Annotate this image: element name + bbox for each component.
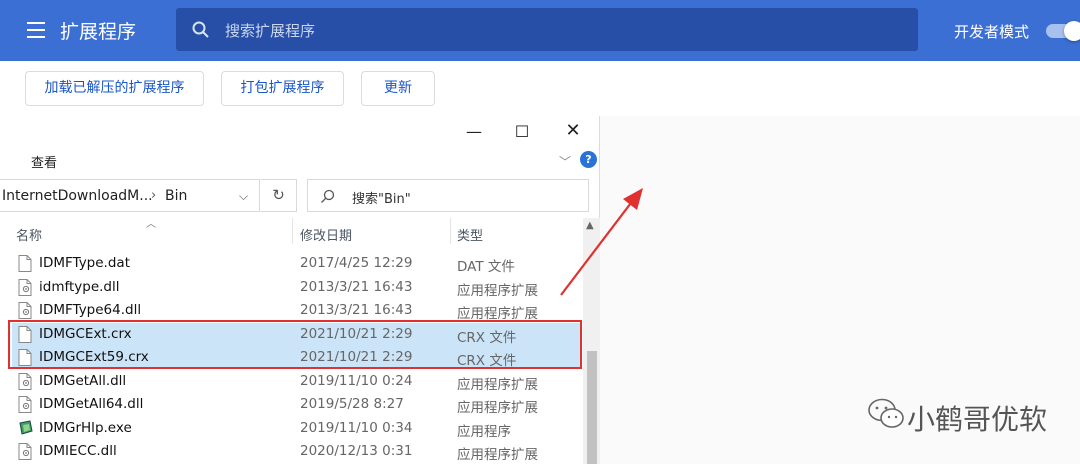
- chevron-down-icon[interactable]: ⌵: [239, 189, 248, 204]
- refresh-button[interactable]: ↻: [261, 179, 297, 212]
- maximize-button[interactable]: ☐: [507, 122, 537, 141]
- annotation-arrow: [560, 188, 643, 296]
- extensions-toolbar: 加载已解压的扩展程序 打包扩展程序 更新: [0, 61, 1080, 116]
- file-name: IDMFType64.dll: [39, 302, 142, 318]
- file-name: IDMFType.dat: [39, 255, 130, 271]
- watermark-text: 小鹤哥优软: [907, 403, 1048, 436]
- breadcrumb-separator[interactable]: ›: [151, 188, 156, 203]
- file-name: IDMGrHlp.exe: [39, 419, 132, 436]
- dev-mode-toggle[interactable]: [1046, 21, 1080, 41]
- chevron-down-icon[interactable]: ﹀: [559, 153, 571, 170]
- file-row[interactable]: IDMFType.dat 2017/4/25 12:29 DAT 文件: [12, 252, 582, 275]
- ribbon-tab-view[interactable]: 查看: [31, 152, 57, 171]
- dll-icon: [18, 396, 32, 417]
- help-icon[interactable]: ?: [580, 151, 597, 168]
- pack-extension-button[interactable]: 打包扩展程序: [221, 71, 344, 106]
- file-modified-date: 2020/12/13 0:31: [300, 443, 413, 459]
- file-type: 应用程序扩展: [457, 306, 538, 322]
- file-type: 应用程序: [457, 423, 511, 440]
- minimize-button[interactable]: —: [459, 122, 489, 141]
- file-type: 应用程序扩展: [457, 400, 538, 416]
- close-button[interactable]: ✕: [558, 120, 588, 141]
- column-header-type[interactable]: 类型: [457, 225, 483, 244]
- address-bar[interactable]: InternetDownloadM... › Bin ⌵: [0, 179, 260, 212]
- load-unpacked-button[interactable]: 加载已解压的扩展程序: [25, 71, 204, 106]
- breadcrumb-current[interactable]: Bin: [165, 188, 187, 204]
- dll-icon: [18, 443, 32, 464]
- file-explorer-window: — ☐ ✕ 查看 ﹀ ? InternetDownloadM... › Bin …: [0, 116, 600, 464]
- file-modified-date: 2019/11/10 0:24: [300, 372, 413, 389]
- file-row[interactable]: idmftype.dll 2013/3/21 16:43 应用程序扩展: [12, 276, 582, 299]
- exe-icon: [18, 419, 34, 440]
- file-modified-date: 2013/3/21 16:43: [300, 302, 413, 318]
- file-type: 应用程序扩展: [457, 447, 538, 463]
- column-divider[interactable]: [450, 218, 451, 244]
- dev-mode-label: 开发者模式: [954, 23, 1030, 41]
- extensions-header: 扩展程序 搜索扩展程序 开发者模式: [0, 0, 1080, 61]
- file-name: IDMGetAll64.dll: [39, 396, 144, 412]
- refresh-icon: ↻: [272, 186, 285, 204]
- file-modified-date: 2013/3/21 16:43: [300, 278, 413, 295]
- search-icon: [321, 189, 335, 203]
- search-placeholder: 搜索"Bin": [352, 192, 411, 207]
- dll-icon: [18, 372, 32, 394]
- file-modified-date: 2017/4/25 12:29: [300, 255, 413, 271]
- file-row[interactable]: IDMGetAll64.dll 2019/5/28 8:27 应用程序扩展: [12, 393, 582, 416]
- column-header-name[interactable]: 名称: [16, 225, 42, 244]
- file-icon: [18, 255, 32, 276]
- file-row[interactable]: IDMIECC.dll 2020/12/13 0:31 应用程序扩展: [12, 440, 582, 463]
- scrollbar-thumb[interactable]: [587, 351, 597, 464]
- file-type: 应用程序扩展: [457, 376, 538, 393]
- dll-icon: [18, 278, 32, 300]
- wechat-icon: [868, 398, 904, 428]
- annotation-highlight-box: [8, 320, 582, 369]
- file-row[interactable]: IDMGrHlp.exe 2019/11/10 0:34 应用程序: [12, 417, 582, 440]
- file-type: DAT 文件: [457, 259, 515, 275]
- breadcrumb-parent[interactable]: InternetDownloadM...: [2, 188, 153, 204]
- file-type: 应用程序扩展: [457, 282, 538, 299]
- file-name: idmftype.dll: [39, 278, 120, 295]
- file-row[interactable]: IDMGetAll.dll 2019/11/10 0:24 应用程序扩展: [12, 370, 582, 393]
- page-title: 扩展程序: [60, 21, 137, 43]
- file-name: IDMGetAll.dll: [39, 372, 127, 389]
- watermark: 小鹤哥优软: [867, 397, 1047, 436]
- update-button[interactable]: 更新: [361, 71, 435, 106]
- sort-ascending-icon: ︿: [146, 219, 156, 230]
- menu-icon[interactable]: [27, 22, 45, 38]
- column-header-modified[interactable]: 修改日期: [300, 225, 352, 244]
- file-modified-date: 2019/11/10 0:34: [300, 419, 413, 436]
- file-modified-date: 2019/5/28 8:27: [300, 396, 404, 412]
- extension-search-input[interactable]: 搜索扩展程序: [176, 8, 918, 51]
- file-name: IDMIECC.dll: [39, 443, 117, 459]
- search-placeholder: 搜索扩展程序: [225, 22, 316, 40]
- folder-search-input[interactable]: 搜索"Bin": [307, 179, 589, 212]
- file-row[interactable]: IDMFType64.dll 2013/3/21 16:43 应用程序扩展: [12, 299, 582, 322]
- column-divider[interactable]: [292, 218, 293, 244]
- search-icon: [192, 21, 209, 38]
